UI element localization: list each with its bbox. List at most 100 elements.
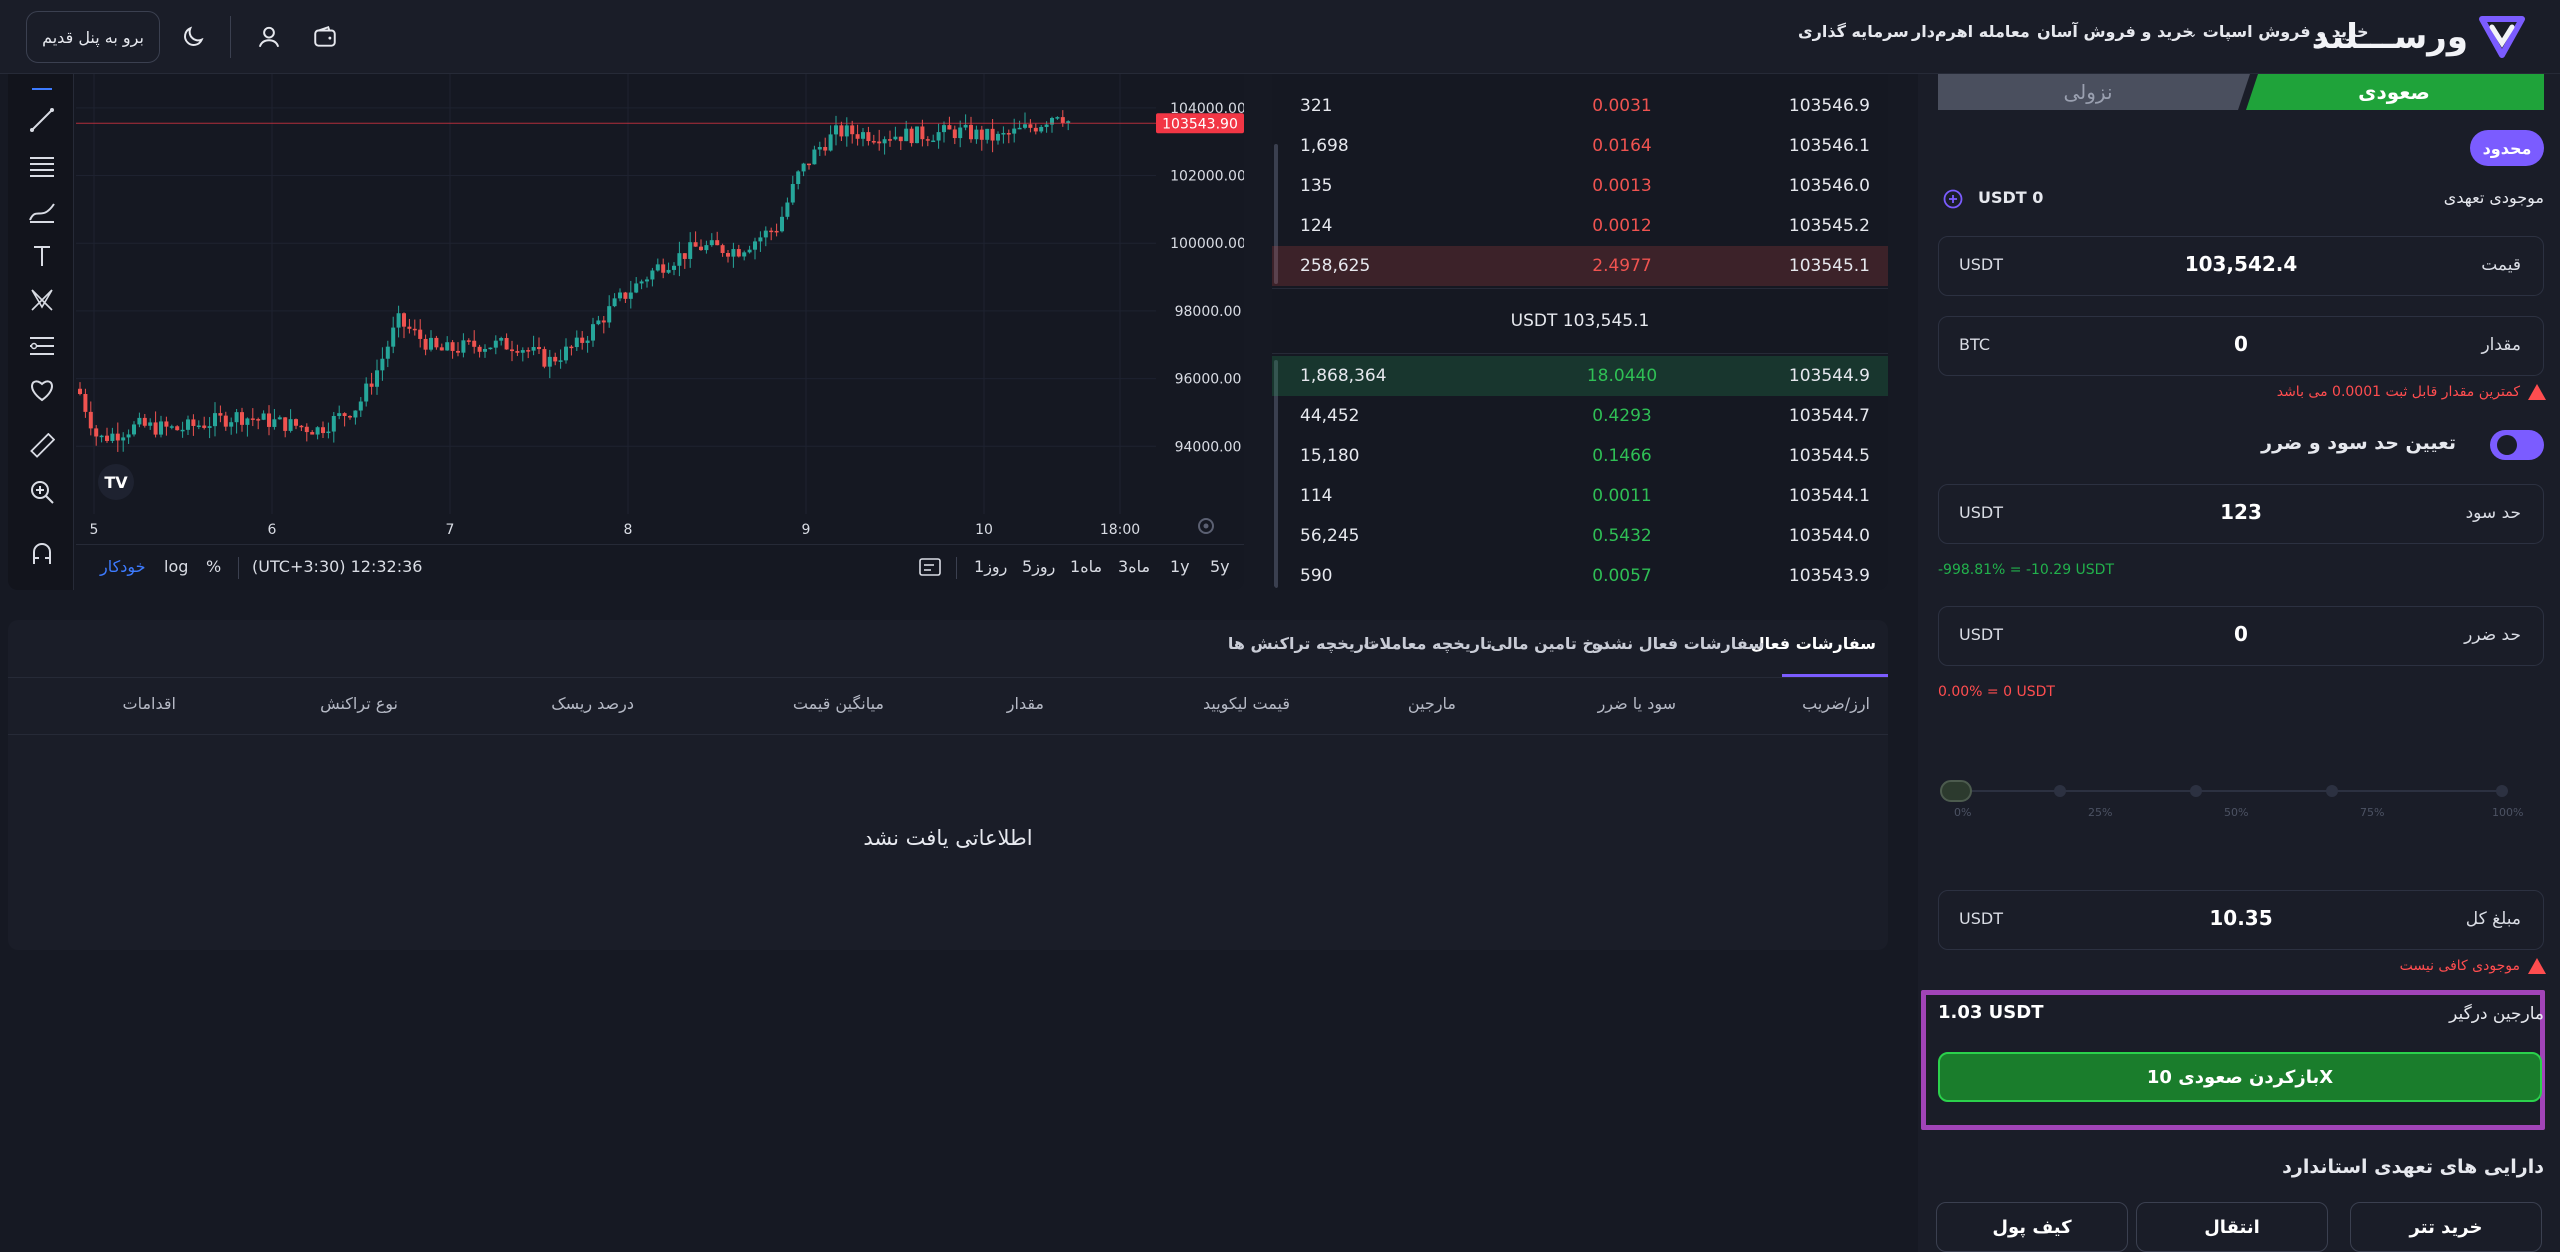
wallet-button[interactable]: کیف پول bbox=[1936, 1202, 2128, 1252]
candle-body bbox=[445, 342, 450, 351]
total-input[interactable]: 10.35 bbox=[1939, 906, 2543, 930]
long-side-tab[interactable]: صعودی bbox=[2244, 74, 2544, 110]
candle-body bbox=[520, 350, 525, 353]
buy-tether-button[interactable]: خرید تتر bbox=[2350, 1202, 2542, 1252]
percent-toggle[interactable]: % bbox=[206, 557, 221, 576]
candle-body bbox=[83, 394, 88, 412]
tp-sl-toggle[interactable] bbox=[2490, 430, 2544, 460]
compare-icon[interactable] bbox=[918, 555, 944, 583]
stop-loss-input[interactable]: 0 bbox=[1939, 622, 2543, 646]
stop-loss-field[interactable]: حد ضرر 0 USDT bbox=[1938, 606, 2544, 666]
candle-body bbox=[817, 146, 822, 150]
slider-mark[interactable] bbox=[2054, 785, 2066, 797]
tab-active-orders[interactable]: سفارشات فعال bbox=[1751, 634, 1876, 653]
total-unit: USDT bbox=[1959, 909, 2003, 928]
user-icon[interactable] bbox=[252, 20, 286, 54]
col-pnl: سود یا ضرر bbox=[1597, 694, 1676, 713]
brush-icon[interactable] bbox=[26, 196, 58, 228]
magnet-icon[interactable] bbox=[26, 538, 58, 570]
timeframe-1y[interactable]: 1y bbox=[1170, 557, 1190, 576]
time-axis-label: 10 bbox=[975, 522, 993, 538]
candle-body bbox=[304, 426, 309, 433]
nav-easy-trade[interactable]: خرید و فروش آسان bbox=[2037, 22, 2194, 41]
horizontal-lines-icon[interactable] bbox=[26, 150, 58, 182]
candle-body bbox=[904, 128, 909, 142]
candle-body bbox=[526, 350, 531, 352]
brand-logo[interactable]: ورســـلند bbox=[2312, 14, 2526, 60]
order-amount: 590 bbox=[1300, 566, 1333, 586]
bid-row[interactable]: 1,868,364 18.0440 103544.9 bbox=[1272, 356, 1888, 396]
amount-input[interactable]: 0 bbox=[1939, 332, 2543, 356]
candle-body bbox=[402, 313, 406, 327]
add-circle-icon[interactable] bbox=[1942, 188, 1964, 214]
nav-investment[interactable]: سرمایه گذاری bbox=[1798, 22, 1909, 41]
candlestick-chart[interactable]: 104000.00102000.00100000.0098000.0096000… bbox=[76, 74, 1244, 544]
candle-body bbox=[628, 292, 633, 299]
pattern-icon[interactable] bbox=[26, 284, 58, 316]
timeframe-5d[interactable]: 5روز bbox=[1022, 557, 1055, 576]
timeframe-3m[interactable]: 3ماه bbox=[1118, 557, 1150, 576]
slider-label-25: 25% bbox=[2088, 806, 2113, 819]
bid-row[interactable]: 114 0.0011 103544.1 bbox=[1272, 476, 1888, 516]
price-input[interactable]: 103,542.4 bbox=[1939, 252, 2543, 276]
chart-settings-icon[interactable] bbox=[1198, 518, 1214, 534]
slider-handle[interactable] bbox=[1940, 780, 1972, 802]
candle-body bbox=[758, 237, 763, 242]
divider bbox=[8, 734, 1888, 735]
tab-inactive-orders[interactable]: سفارشات فعال نشده bbox=[1592, 634, 1764, 653]
bid-row[interactable]: 15,180 0.1466 103544.5 bbox=[1272, 436, 1888, 476]
moon-icon[interactable] bbox=[176, 20, 210, 54]
slider-mark[interactable] bbox=[2326, 785, 2338, 797]
trendline-icon[interactable] bbox=[26, 104, 58, 136]
tab-funding-rate[interactable]: نرخ تامین مالی bbox=[1490, 634, 1610, 653]
crosshair-icon[interactable] bbox=[26, 74, 58, 106]
slider-track[interactable] bbox=[1958, 790, 2502, 792]
autoscale-toggle[interactable]: خودکار bbox=[100, 557, 146, 576]
ask-row[interactable]: 258,625 2.4977 103545.1 bbox=[1272, 246, 1888, 286]
slider-mark[interactable] bbox=[2190, 785, 2202, 797]
ask-row[interactable]: 124 0.0012 103545.2 bbox=[1272, 206, 1888, 246]
price-chart-panel[interactable]: 104000.00 102000.00 100000.00 98000.00 96000… bbox=[8, 74, 1244, 590]
slider-mark[interactable] bbox=[2496, 785, 2508, 797]
price-field[interactable]: قیمت 103,542.4 USDT bbox=[1938, 236, 2544, 296]
timeframe-1m[interactable]: 1ماه bbox=[1070, 557, 1102, 576]
open-long-button[interactable]: بازکردن صعودی 10X bbox=[1938, 1052, 2542, 1102]
text-tool-icon[interactable] bbox=[26, 240, 58, 272]
mid-price: USDT 103,545.1 bbox=[1272, 288, 1888, 354]
bid-row[interactable]: 44,452 0.4293 103544.7 bbox=[1272, 396, 1888, 436]
order-amount: 1,698 bbox=[1300, 136, 1349, 156]
timeframe-1d[interactable]: 1روز bbox=[974, 557, 1007, 576]
candle-body bbox=[769, 230, 774, 233]
timeframe-5y[interactable]: 5y bbox=[1210, 557, 1230, 576]
candle-body bbox=[358, 401, 363, 411]
short-side-tab[interactable]: نزولی bbox=[1938, 74, 2238, 110]
ask-row[interactable]: 321 0.0031 103546.9 bbox=[1272, 86, 1888, 126]
heart-icon[interactable] bbox=[26, 374, 58, 406]
candle-body bbox=[677, 253, 682, 266]
candle-body bbox=[736, 249, 741, 257]
bid-row[interactable]: 56,245 0.5432 103544.0 bbox=[1272, 516, 1888, 556]
candle-body bbox=[931, 140, 936, 143]
bid-row[interactable]: 590 0.0057 103543.9 bbox=[1272, 556, 1888, 590]
amount-field[interactable]: مقدار 0 BTC bbox=[1938, 316, 2544, 376]
log-toggle[interactable]: log bbox=[164, 557, 188, 576]
zoom-in-icon[interactable] bbox=[26, 476, 58, 508]
take-profit-field[interactable]: حد سود 123 USDT bbox=[1938, 484, 2544, 544]
ruler-icon[interactable] bbox=[26, 430, 58, 462]
tab-transaction-history[interactable]: تاریخچه تراکنش ها bbox=[1228, 634, 1376, 653]
transfer-button[interactable]: انتقال bbox=[2136, 1202, 2328, 1252]
fib-tool-icon[interactable] bbox=[26, 330, 58, 362]
candle-body bbox=[693, 242, 698, 247]
candle-body bbox=[780, 216, 784, 232]
candle-body bbox=[996, 133, 1000, 141]
ask-row[interactable]: 1,698 0.0164 103546.1 bbox=[1272, 126, 1888, 166]
ask-row[interactable]: 135 0.0013 103546.0 bbox=[1272, 166, 1888, 206]
order-type-limit[interactable]: محدود bbox=[2470, 130, 2544, 166]
nav-leverage-trading[interactable]: معامله اهرم‌دار bbox=[1912, 22, 2030, 41]
time-axis-label: 7 bbox=[446, 522, 455, 538]
tab-trade-history[interactable]: تاریخچه معاملات bbox=[1363, 634, 1492, 653]
take-profit-input[interactable]: 123 bbox=[1939, 500, 2543, 524]
wallet-icon[interactable] bbox=[308, 20, 342, 54]
total-field[interactable]: مبلغ کل 10.35 USDT bbox=[1938, 890, 2544, 950]
old-panel-button[interactable]: برو به پنل قدیم bbox=[26, 11, 160, 63]
